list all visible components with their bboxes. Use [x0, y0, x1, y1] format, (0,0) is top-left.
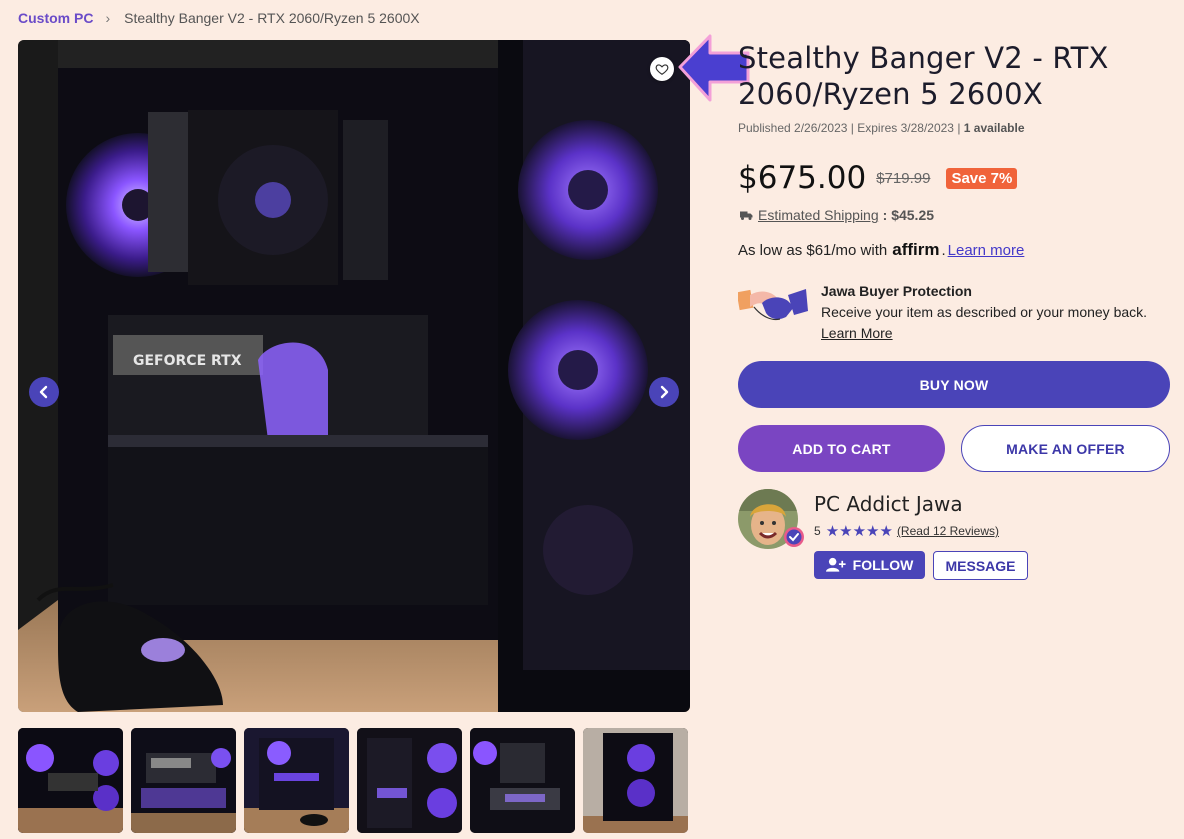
protection-description: Receive your item as described or your m… — [821, 304, 1148, 320]
gallery-prev-button[interactable] — [29, 377, 59, 407]
affirm-learn-more-link[interactable]: Learn more — [948, 242, 1025, 259]
meta-separator: | — [957, 121, 961, 135]
truck-icon — [740, 211, 753, 220]
thumbnail-2[interactable] — [131, 728, 236, 833]
seller-rating: 5 ★★★★★ (Read 12 Reviews) — [814, 522, 999, 540]
breadcrumb-chevron-icon: › — [105, 10, 111, 26]
protection-title: Jawa Buyer Protection — [821, 283, 972, 299]
star-rating-icon: ★★★★★ — [825, 523, 893, 540]
pc-case-photo: GEFORCE RTX — [18, 40, 690, 712]
heart-icon — [655, 64, 669, 75]
rating-value: 5 — [814, 524, 821, 538]
breadcrumb: Custom PC › Stealthy Banger V2 - RTX 206… — [18, 10, 420, 26]
breadcrumb-current: Stealthy Banger V2 - RTX 2060/Ryzen 5 26… — [124, 10, 420, 26]
price-row: $675.00 $719.99 Save 7% — [738, 160, 1018, 196]
meta-separator: | — [850, 121, 854, 135]
expires-date: Expires 3/28/2023 — [857, 121, 954, 135]
message-button[interactable]: MESSAGE — [933, 551, 1028, 580]
thumbnail-4[interactable] — [357, 728, 462, 833]
product-title: Stealthy Banger V2 - RTX 2060/Ryzen 5 26… — [738, 41, 1109, 111]
chevron-left-icon — [39, 385, 48, 399]
handshake-icon — [738, 289, 808, 321]
follow-button[interactable]: FOLLOW — [814, 551, 925, 579]
favorite-button[interactable] — [650, 57, 674, 81]
thumbnail-strip — [18, 728, 688, 833]
seller-name[interactable]: PC Addict Jawa — [814, 492, 963, 516]
thumbnail-6[interactable] — [583, 728, 688, 833]
follow-label: FOLLOW — [852, 557, 914, 573]
make-offer-button[interactable]: MAKE AN OFFER — [961, 425, 1170, 472]
read-reviews-link[interactable]: (Read 12 Reviews) — [897, 524, 999, 538]
current-price: $675.00 — [738, 160, 867, 196]
thumbnail-1[interactable] — [18, 728, 123, 833]
affirm-logo: affirm — [892, 240, 940, 259]
chevron-right-icon — [660, 385, 669, 399]
buyer-protection: Jawa Buyer Protection Receive your item … — [738, 281, 1147, 344]
verified-badge-icon — [784, 527, 804, 547]
protection-text: Jawa Buyer Protection Receive your item … — [821, 281, 1147, 344]
product-main-image[interactable]: GEFORCE RTX — [18, 40, 690, 712]
affirm-financing: As low as $61/mo with affirm . Learn mor… — [738, 240, 1025, 259]
protection-learn-more-link[interactable]: Learn More — [821, 325, 893, 341]
published-date: Published 2/26/2023 — [738, 121, 848, 135]
save-badge: Save 7% — [946, 167, 1018, 189]
listing-meta: Published 2/26/2023 | Expires 3/28/2023 … — [738, 121, 1025, 135]
affirm-text: As low as $61/mo with — [738, 242, 888, 259]
add-to-cart-button[interactable]: ADD TO CART — [738, 425, 945, 472]
gallery-next-button[interactable] — [649, 377, 679, 407]
shipping-cost: : $45.25 — [882, 207, 935, 223]
availability: 1 available — [963, 121, 1025, 135]
original-price: $719.99 — [876, 169, 931, 187]
svg-text:GEFORCE RTX: GEFORCE RTX — [133, 353, 242, 369]
user-plus-icon — [825, 557, 846, 572]
thumbnail-3[interactable] — [244, 728, 349, 833]
estimated-shipping-link[interactable]: Estimated Shipping — [758, 207, 879, 223]
breadcrumb-link-category[interactable]: Custom PC — [18, 10, 93, 26]
thumbnail-5[interactable] — [470, 728, 575, 833]
buy-now-button[interactable]: BUY NOW — [738, 361, 1170, 408]
shipping-row: Estimated Shipping : $45.25 — [740, 207, 934, 223]
